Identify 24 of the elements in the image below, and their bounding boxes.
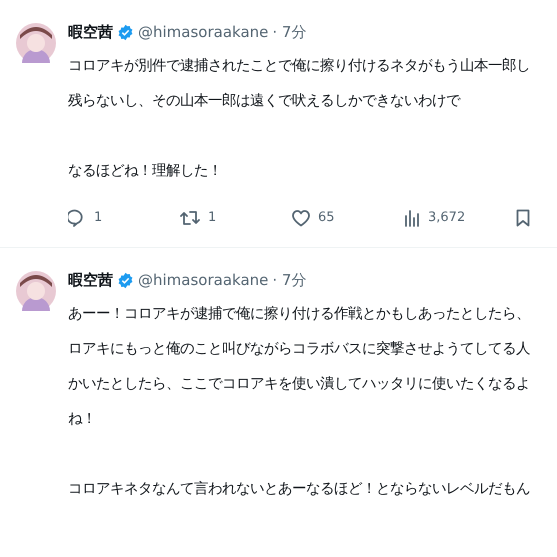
user-handle[interactable]: @himasoraakane [138,268,268,292]
avatar[interactable] [16,271,56,311]
reply-count: 1 [94,209,102,228]
post-text-line: なるほどね！理解した！ [68,162,223,181]
bookmark-icon[interactable] [516,209,530,227]
post-time[interactable]: · 7分 [272,268,306,292]
bar-chart-icon[interactable] [404,209,420,227]
like-count: 65 [318,209,335,228]
post-text-line: 残らないし、その山本一郎は遠くで吠えるしかできないわけで [68,92,462,111]
heart-icon[interactable] [292,210,310,226]
post-text-line: ロアキにもっと俺のこと叫びながらコラボバスに突撃させようてしてる人 [68,340,531,359]
repost-icon[interactable] [180,209,200,227]
post-time[interactable]: · 7分 [272,20,306,44]
display-name[interactable]: 暇空茜 [68,268,113,292]
repost-count: 1 [208,209,216,228]
post-text-line: コロアキネタなんて言われないとあーなるほど！とならないレベルだもん [68,480,531,499]
post-text-line: ね！ [68,410,97,429]
user-handle[interactable]: @himasoraakane [138,20,268,44]
views-count: 3,672 [428,209,466,228]
avatar[interactable] [16,23,56,63]
post-text-line: コロアキが別件で逮捕されたことで俺に擦り付けるネタがもう山本一郎し [68,56,531,76]
display-name[interactable]: 暇空茜 [68,20,113,44]
post-text-line: かいたとしたら、ここでコロアキを使い潰してハッタリに使いたくなるよ [68,375,531,394]
post-text-line: あーー！コロアキが逮捕で俺に擦り付ける作戦とかもしあったとしたら、 [68,304,531,324]
